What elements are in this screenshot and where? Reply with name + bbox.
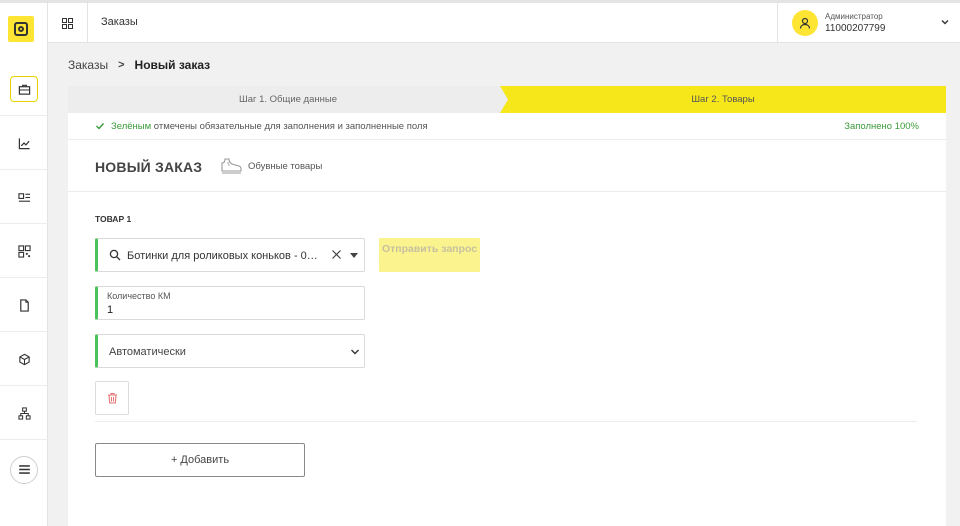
product-search-select[interactable]: Ботинки для роликовых коньков - 0460 bbox=[95, 238, 365, 272]
hierarchy-icon bbox=[17, 406, 31, 420]
order-title: НОВЫЙ ЗАКАЗ bbox=[95, 159, 203, 175]
user-menu[interactable]: Администратор 11000207799 bbox=[777, 3, 960, 43]
caret-down-icon[interactable] bbox=[350, 253, 358, 258]
shoe-icon bbox=[221, 158, 242, 174]
qr-icon bbox=[17, 244, 31, 258]
notice-text: Зелёным отмечены обязательные для заполн… bbox=[111, 121, 428, 132]
user-id: 11000207799 bbox=[825, 23, 886, 34]
trash-icon bbox=[107, 392, 117, 404]
step-general[interactable]: Шаг 1. Общие данные bbox=[68, 86, 508, 113]
chevron-down-icon bbox=[351, 349, 359, 355]
order-form: Зелёным отмечены обязательные для заполн… bbox=[68, 113, 946, 526]
completion-status: Заполнено 100% bbox=[844, 121, 919, 132]
header: Заказы Администратор 11000207799 bbox=[48, 3, 960, 43]
document-icon bbox=[19, 298, 29, 312]
product-label: ТОВАР 1 bbox=[95, 214, 132, 224]
sidebar-item-analytics[interactable] bbox=[0, 117, 48, 170]
add-product-button[interactable]: + Добавить bbox=[95, 443, 305, 477]
quantity-field[interactable]: Количество КМ 1 bbox=[95, 286, 365, 320]
sidebar-menu bbox=[0, 443, 48, 496]
mode-select[interactable]: Автоматически bbox=[95, 334, 365, 368]
step-products[interactable]: Шаг 2. Товары bbox=[500, 86, 946, 113]
divider bbox=[95, 421, 917, 422]
grid-icon bbox=[62, 17, 73, 29]
mode-value: Автоматически bbox=[109, 346, 186, 358]
product-search-value: Ботинки для роликовых коньков - 0460 bbox=[127, 250, 322, 262]
page-title: Новый заказ bbox=[134, 58, 211, 72]
search-icon bbox=[109, 249, 121, 261]
breadcrumb: Заказы > Новый заказ bbox=[68, 58, 210, 72]
chevron-down-icon bbox=[941, 20, 949, 25]
sidebar-item-documents[interactable] bbox=[0, 279, 48, 332]
sidebar-item-products[interactable] bbox=[0, 333, 48, 386]
logo[interactable] bbox=[8, 16, 34, 42]
quantity-label: Количество КМ bbox=[107, 291, 171, 301]
sidebar-item-list[interactable] bbox=[0, 171, 48, 224]
order-header: НОВЫЙ ЗАКАЗ Обувные товары bbox=[68, 140, 946, 192]
cube-icon bbox=[18, 353, 30, 365]
send-request-button[interactable]: Отправить запрос bbox=[379, 238, 480, 272]
header-title: Заказы bbox=[101, 16, 138, 28]
stepper: Шаг 1. Общие данные Шаг 2. Товары bbox=[68, 86, 946, 113]
check-icon bbox=[96, 123, 105, 130]
delete-product-button[interactable] bbox=[95, 381, 129, 415]
list-icon bbox=[17, 192, 30, 202]
user-icon bbox=[799, 17, 811, 29]
apps-button[interactable] bbox=[48, 3, 88, 43]
avatar bbox=[792, 10, 818, 36]
form-notice: Зелёным отмечены обязательные для заполн… bbox=[68, 113, 946, 140]
user-role: Администратор bbox=[825, 12, 883, 21]
close-icon[interactable] bbox=[331, 249, 342, 260]
menu-button[interactable] bbox=[10, 455, 38, 484]
order-type: Обувные товары bbox=[248, 161, 323, 172]
logo-icon bbox=[14, 22, 28, 36]
breadcrumb-orders[interactable]: Заказы bbox=[68, 58, 108, 72]
sidebar-item-codes[interactable] bbox=[0, 225, 48, 278]
chart-icon bbox=[18, 137, 30, 149]
sidebar-item-orders[interactable] bbox=[0, 63, 48, 116]
notice-body: отмечены обязательные для заполнения и з… bbox=[151, 121, 428, 132]
breadcrumb-separator: > bbox=[118, 59, 125, 71]
sidebar-item-structure[interactable] bbox=[0, 387, 48, 440]
hamburger-icon bbox=[18, 465, 30, 474]
sidebar bbox=[0, 3, 48, 526]
briefcase-icon bbox=[18, 84, 30, 95]
notice-highlight: Зелёным bbox=[111, 121, 152, 132]
quantity-value: 1 bbox=[107, 304, 114, 316]
